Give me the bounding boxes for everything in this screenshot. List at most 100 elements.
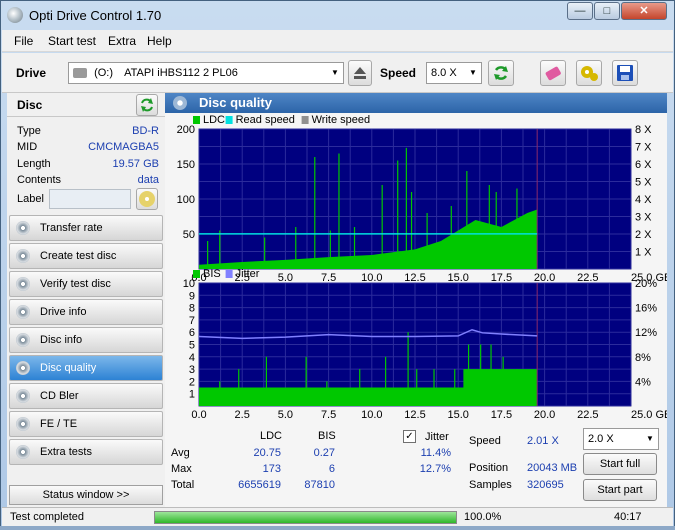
sidebar-item-label: Verify test disc [40,278,111,290]
sidebar-item-create-test-disc[interactable]: Create test disc [9,243,163,269]
x-tick-label: 7.5 [321,272,336,284]
start-full-button[interactable]: Start full [583,453,657,475]
sidebar-item-drive-info[interactable]: Drive info [9,299,163,325]
y-right-tick-label: 8% [635,352,651,364]
total-label: Total [171,479,195,491]
x-tick-label: 25.0 GB [631,409,667,421]
sidebar-item-fe-te[interactable]: FE / TE [9,411,163,437]
start-part-button[interactable]: Start part [583,479,657,501]
close-button[interactable]: ✕ [621,2,667,20]
y-left-tick-label: 10 [183,278,195,290]
left-panel: Disc Type BD-R MID CMCMAGBA5 Length 19.5… [7,93,165,511]
sidebar-item-label: CD Bler [40,390,79,402]
disc-refresh-button[interactable] [136,94,158,116]
chevron-down-icon: ▼ [646,434,654,443]
menu-extra[interactable]: Extra [108,34,136,48]
y-right-tick-label: 16% [635,303,657,315]
y-right-tick-label: 20% [635,278,657,290]
progress-percent: 100.0% [464,511,502,523]
sidebar-item-label: Disc quality [40,362,97,374]
speed-value: 8.0 X [431,67,457,79]
sidebar-item-label: Transfer rate [40,222,103,234]
legend-label: BIS [203,268,221,280]
taskbar-strip [0,526,675,530]
sidebar-item-disc-quality[interactable]: Disc quality [9,355,163,381]
app-window: Opti Drive Control 1.70 — □ ✕ File Start… [0,0,675,530]
disc-label-button[interactable] [136,188,158,210]
progress-fill [155,512,456,523]
status-window-button[interactable]: Status window >> [9,485,163,505]
col-ldc-header: LDC [260,430,283,442]
erase-button[interactable] [540,60,566,86]
sidebar-item-cd-bler[interactable]: CD Bler [9,383,163,409]
eraser-icon [545,66,561,81]
legend-swatch [225,116,233,124]
avg-bis: 0.27 [313,447,335,459]
menu-bar: File Start test Extra Help [2,30,673,52]
save-button[interactable] [612,60,638,86]
y-left-tick-label: 2 [189,376,195,388]
chevron-down-icon: ▼ [331,68,339,77]
chevron-down-icon: ▼ [469,68,477,77]
x-tick-label: 2.5 [235,409,250,421]
maximize-button[interactable]: □ [594,2,620,20]
col-bis-header: BIS [318,430,336,442]
disc-icon [16,417,30,431]
menu-start-test[interactable]: Start test [48,34,96,48]
samples-value: 320695 [527,479,564,491]
window-title: Opti Drive Control 1.70 [29,8,162,23]
x-tick-label: 5.0 [278,272,293,284]
refresh-speed-button[interactable] [488,60,514,86]
y-left-tick-label: 8 [189,303,195,315]
menu-file[interactable]: File [14,34,33,48]
y-left-tick-label: 7 [189,315,195,327]
speed-stat-value: 2.01 X [527,435,559,447]
disc-length-value: 19.57 GB [112,158,159,170]
disc-icon [16,305,30,319]
jitter-checkbox[interactable]: ✓ [403,430,416,443]
legend-swatch [225,270,233,278]
avg-label: Avg [171,447,190,459]
settings-button[interactable] [576,60,602,86]
y-left-tick-label: 100 [177,194,195,206]
disc-contents-label: Contents [17,174,62,186]
position-value: 20043 MB [527,462,578,474]
elapsed-time: 40:17 [614,511,642,523]
sidebar-item-disc-info[interactable]: Disc info [9,327,163,353]
y-left-tick-label: 3 [189,364,195,376]
y-left-tick-label: 9 [189,290,195,302]
x-tick-label: 15.0 [447,272,468,284]
sidebar-item-label: FE / TE [40,418,78,430]
y-right-tick-label: 12% [635,327,657,339]
x-tick-label: 22.5 [577,409,598,421]
test-speed-select[interactable]: 2.0 X ▼ [583,428,659,450]
y-left-tick-label: 4 [189,352,195,364]
avg-jitter: 11.4% [420,447,451,459]
y-right-tick-label: 4 X [635,194,652,206]
sidebar-item-label: Disc info [40,334,83,346]
disc-icon [16,361,30,375]
floppy-icon [617,65,633,81]
jitter-label: Jitter [425,431,449,443]
y-right-tick-label: 7 X [635,142,652,154]
eject-button[interactable] [348,60,372,86]
minimize-button[interactable]: — [567,2,593,20]
x-tick-label: 17.5 [491,272,512,284]
legend-label: Write speed [312,114,371,126]
eject-icon [354,67,366,79]
bis-chart: 0.0 2.5 5.0 7.5 10.0 12.5 15.0 17.5 20.0 22.5 25.0… [183,268,667,421]
menu-help[interactable]: Help [147,34,172,48]
disc-type-value: BD-R [132,125,159,137]
sidebar-item-extra-tests[interactable]: Extra tests [9,439,163,465]
sidebar-item-label: Drive info [40,306,87,318]
disc-mid-value: CMCMAGBA5 [88,141,159,153]
disc-label-field[interactable] [49,189,131,209]
sidebar-item-verify-test-disc[interactable]: Verify test disc [9,271,163,297]
ldc-chart: 0.02.55.07.510.012.515.017.520.022.525.0… [177,114,667,284]
sidebar-item-transfer-rate[interactable]: Transfer rate [9,215,163,241]
total-bis: 87810 [304,479,335,491]
drive-select[interactable]: (O:) ATAPI iHBS112 2 PL06 ▼ [68,62,344,84]
disc-quality-panel: Disc quality 0.02.55.07.510.012.515.017.… [165,93,667,511]
speed-select[interactable]: 8.0 X ▼ [426,62,482,84]
y-left-tick-label: 50 [183,229,195,241]
